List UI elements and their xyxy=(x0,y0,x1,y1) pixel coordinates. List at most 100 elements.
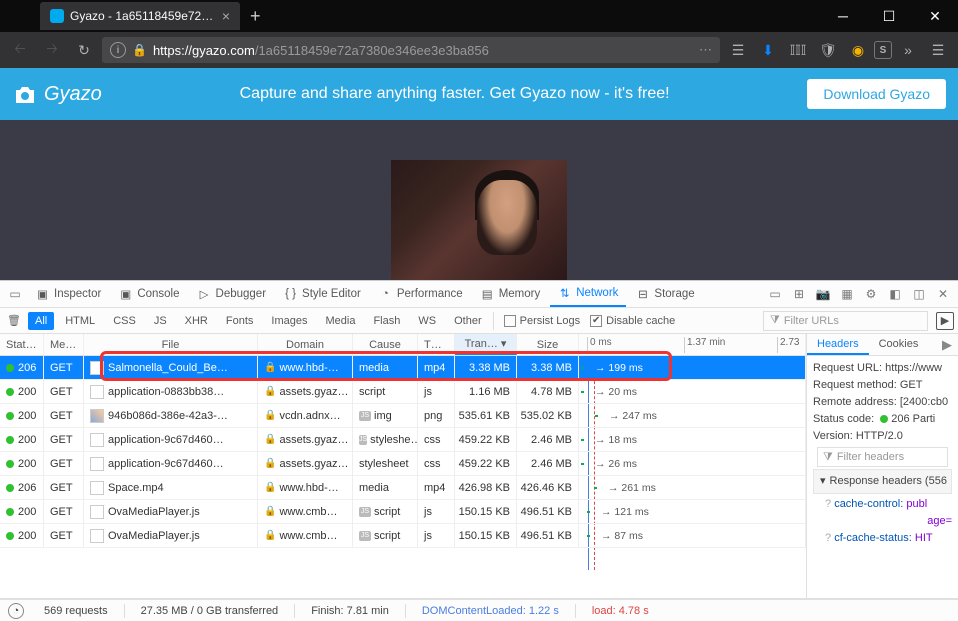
url-bar[interactable]: i 🔒 https://gyazo.com/1a65118459e72a7380… xyxy=(102,37,720,63)
rulers-icon[interactable]: ▦ xyxy=(836,283,858,305)
devtools-close-icon[interactable]: ✕ xyxy=(932,283,954,305)
perf-analysis-icon[interactable]: ◔ xyxy=(8,603,24,619)
tab-storage[interactable]: ⊟Storage xyxy=(628,281,702,307)
browser-tab[interactable]: Gyazo - 1a65118459e72a7380e3 × xyxy=(40,2,240,30)
details-close-icon[interactable]: ▶ xyxy=(936,334,958,355)
table-row[interactable]: 200GETOvaMediaPlayer.js🔒www.cmb…JSscript… xyxy=(0,524,806,548)
file-icon xyxy=(90,529,104,543)
settings-icon[interactable]: ⚙ xyxy=(860,283,882,305)
table-row[interactable]: 200GETOvaMediaPlayer.js🔒www.cmb…JSscript… xyxy=(0,500,806,524)
tab-headers[interactable]: Headers xyxy=(807,334,869,355)
har-button[interactable]: ▶ xyxy=(936,312,954,330)
tab-close-icon[interactable]: × xyxy=(222,8,230,24)
tab-strip: Gyazo - 1a65118459e72a7380e3 × + xyxy=(0,2,820,30)
disable-cache-checkbox[interactable]: ✔Disable cache xyxy=(590,315,675,327)
tab-cookies[interactable]: Cookies xyxy=(869,334,929,355)
lock-icon: 🔒 xyxy=(264,530,276,541)
forward-button[interactable]: 🡢 xyxy=(38,36,66,64)
tab-inspector[interactable]: ▣Inspector xyxy=(28,281,109,307)
s-extension-icon[interactable]: S xyxy=(874,41,892,59)
response-headers-toggle[interactable]: ▾Response headers (556 xyxy=(813,469,952,494)
header-file[interactable]: File xyxy=(84,334,258,355)
filter-other[interactable]: Other xyxy=(447,312,489,330)
responsive-design-icon[interactable]: ▭ xyxy=(764,283,786,305)
table-row[interactable]: 206GETSalmonella_Could_Be…🔒www.hbd-…medi… xyxy=(0,356,806,380)
site-info-icon[interactable]: i xyxy=(110,42,126,58)
table-row[interactable]: 200GETapplication-9c67d460…🔒assets.gyaz…… xyxy=(0,452,806,476)
more-icon[interactable]: ⋯ xyxy=(699,42,712,58)
header-waterfall[interactable]: 0 ms 1.37 min 2.73 xyxy=(579,334,806,355)
close-window-button[interactable]: ✕ xyxy=(912,0,958,32)
filter-images[interactable]: Images xyxy=(264,312,314,330)
tab-style-editor[interactable]: { }Style Editor xyxy=(276,281,369,307)
new-tab-button[interactable]: + xyxy=(250,6,261,27)
header-cause[interactable]: Cause xyxy=(353,334,418,355)
filter-ws[interactable]: WS xyxy=(411,312,443,330)
tab-performance[interactable]: ◔Performance xyxy=(371,281,471,307)
lock-icon: 🔒 xyxy=(264,410,276,421)
overflow-icon[interactable]: » xyxy=(894,36,922,64)
dock-side-icon[interactable]: ◧ xyxy=(884,283,906,305)
url-text: https://gyazo.com/1a65118459e72a7380e346… xyxy=(153,43,699,58)
iframe-picker-icon[interactable]: ▭ xyxy=(4,283,26,305)
header-transferred[interactable]: Tran…▾ xyxy=(455,334,517,355)
table-row[interactable]: 200GETapplication-9c67d460…🔒assets.gyaz…… xyxy=(0,428,806,452)
file-icon xyxy=(90,385,104,399)
details-panel: Headers Cookies ▶ Request URL: https://w… xyxy=(806,334,958,598)
gyazo-logo-icon xyxy=(12,83,38,105)
screenshot-icon[interactable]: 📷 xyxy=(812,283,834,305)
tab-console[interactable]: ▣Console xyxy=(111,281,187,307)
clear-icon[interactable]: 🗑 xyxy=(4,311,24,331)
table-row[interactable]: 200GET946b086d-386e-42a3-…🔒vcdn.adnx…JSi… xyxy=(0,404,806,428)
gyazo-logo[interactable]: Gyazo xyxy=(12,83,102,106)
downloads-icon[interactable]: ⬇ xyxy=(754,36,782,64)
filter-html[interactable]: HTML xyxy=(58,312,102,330)
reader-mode-icon[interactable]: ☰ xyxy=(724,36,752,64)
download-button[interactable]: Download Gyazo xyxy=(807,79,946,109)
network-statusbar: ◔ 569 requests 27.35 MB / 0 GB transferr… xyxy=(0,599,958,621)
persist-logs-checkbox[interactable]: Persist Logs xyxy=(504,315,581,327)
gyazo-favicon xyxy=(50,9,64,23)
filter-urls-input[interactable]: ⧩Filter URLs xyxy=(763,311,928,331)
paintflash-icon[interactable]: ⊞ xyxy=(788,283,810,305)
filter-css[interactable]: CSS xyxy=(106,312,143,330)
network-main: Stat… Me… File Domain Cause T… Tran…▾ Si… xyxy=(0,334,958,599)
header-domain[interactable]: Domain xyxy=(258,334,353,355)
table-row[interactable]: 206GETSpace.mp4🔒www.hbd-…mediamp4426.98 … xyxy=(0,476,806,500)
filter-js[interactable]: JS xyxy=(147,312,174,330)
table-body: 206GETSalmonella_Could_Be…🔒www.hbd-…medi… xyxy=(0,356,806,598)
header-type[interactable]: T… xyxy=(418,334,455,355)
table-row[interactable]: 200GETapplication-0883bb38…🔒assets.gyaz…… xyxy=(0,380,806,404)
maximize-button[interactable]: ☐ xyxy=(866,0,912,32)
filter-xhr[interactable]: XHR xyxy=(178,312,215,330)
status-dot-icon xyxy=(6,508,14,516)
network-icon: ⇅ xyxy=(558,287,571,300)
filter-fonts[interactable]: Fonts xyxy=(219,312,261,330)
sb-load: load: 4.78 s xyxy=(592,605,649,617)
header-status[interactable]: Stat… xyxy=(0,334,44,355)
status-dot-icon xyxy=(6,388,14,396)
dock-separate-icon[interactable]: ◫ xyxy=(908,283,930,305)
sb-requests: 569 requests xyxy=(44,605,108,617)
window-controls: ─ ☐ ✕ xyxy=(820,0,958,32)
tab-debugger[interactable]: ▷Debugger xyxy=(190,281,275,307)
header-method[interactable]: Me… xyxy=(44,334,84,355)
chrome-icon[interactable]: ◉ xyxy=(844,36,872,64)
filter-flash[interactable]: Flash xyxy=(366,312,407,330)
tab-memory[interactable]: ▤Memory xyxy=(473,281,549,307)
reload-button[interactable]: ↻ xyxy=(70,36,98,64)
header-size[interactable]: Size xyxy=(517,334,579,355)
library-icon[interactable]: 𝕀𝕀𝕀 xyxy=(784,36,812,64)
filter-media[interactable]: Media xyxy=(318,312,362,330)
gyazo-logo-text: Gyazo xyxy=(44,83,102,106)
minimize-button[interactable]: ─ xyxy=(820,0,866,32)
tab-network[interactable]: ⇅Network xyxy=(550,281,626,307)
filter-all[interactable]: All xyxy=(28,312,54,330)
filter-headers-input[interactable]: ⧩Filter headers xyxy=(817,447,948,467)
back-button[interactable]: 🡠 xyxy=(6,36,34,64)
video-thumbnail[interactable] xyxy=(391,160,567,280)
browser-titlebar: Gyazo - 1a65118459e72a7380e3 × + ─ ☐ ✕ xyxy=(0,0,958,32)
lock-icon: 🔒 xyxy=(264,386,276,397)
ublock-icon[interactable]: 🛡 xyxy=(814,36,842,64)
menu-icon[interactable]: ☰ xyxy=(924,36,952,64)
